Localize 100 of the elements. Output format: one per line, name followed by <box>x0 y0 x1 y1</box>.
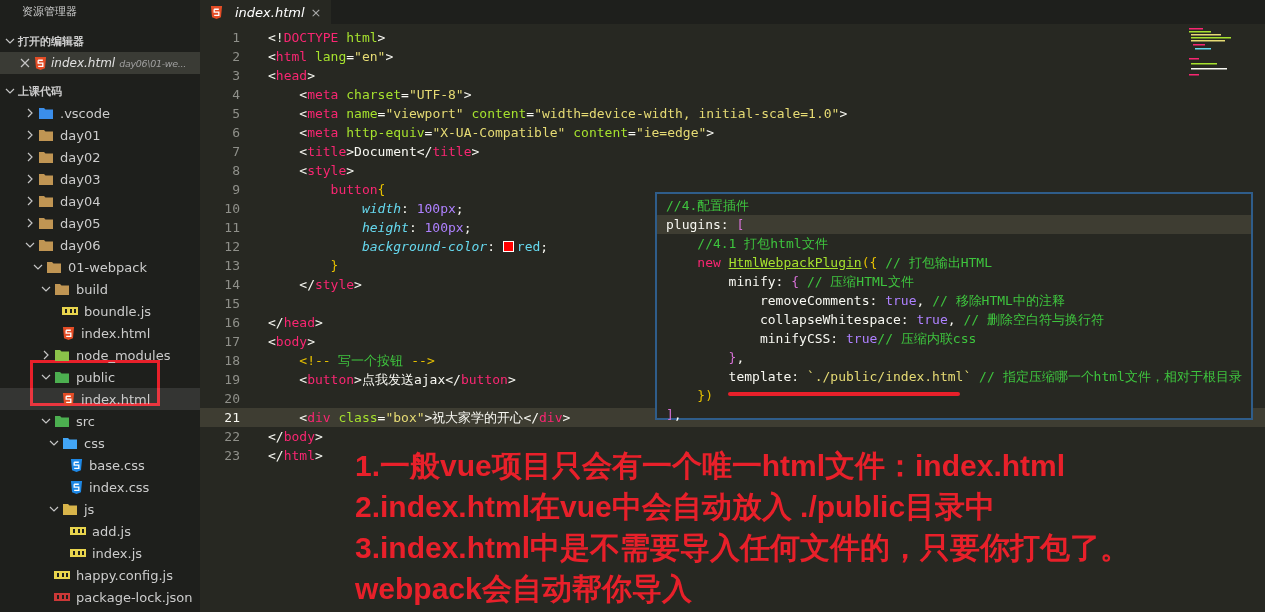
line-number: 11 <box>223 219 240 237</box>
code-line: <style> <box>298 162 355 180</box>
js-file-icon <box>54 570 70 580</box>
tree-item[interactable]: 01-webpack <box>0 256 200 278</box>
folder-icon <box>46 260 62 274</box>
line-number: 18 <box>223 352 240 370</box>
npm-file-icon <box>54 592 70 602</box>
folder-icon <box>38 238 54 252</box>
line-number: 13 <box>223 257 240 275</box>
line-number: 22 <box>223 428 240 446</box>
code-line: } <box>329 257 339 275</box>
css-file-icon <box>70 479 83 495</box>
line-number: 17 <box>223 333 240 351</box>
code-line: <div class="box">祝大家学的开心</div> <box>298 409 571 427</box>
section-header[interactable]: 打开的编辑器 <box>0 30 200 52</box>
code-line: </body> <box>268 428 323 446</box>
code-line: minify: { // 压缩HTML文件 <box>727 273 914 291</box>
code-line: <meta http-equiv="X-UA-Compatible" content="ie=edge"> <box>298 124 715 142</box>
line-number: 2 <box>231 48 240 66</box>
code-line: button{ <box>329 181 386 199</box>
line-number: 1 <box>231 29 240 47</box>
line-number: 5 <box>231 105 240 123</box>
code-line: height: 100px; <box>360 219 472 237</box>
html-file-icon <box>34 55 47 71</box>
code-line: <head> <box>268 67 315 85</box>
code-line: <title>Document</title> <box>298 143 480 161</box>
tree-item[interactable]: package-lock.json <box>0 586 200 608</box>
folder-icon <box>54 370 70 384</box>
line-number: 20 <box>223 390 240 408</box>
sidebar-title: 资源管理器 <box>21 4 78 20</box>
annotation-text: webpack会自动帮你导入 <box>355 571 693 607</box>
tree-item[interactable]: day05 <box>0 212 200 234</box>
code-line: width: 100px; <box>360 200 464 218</box>
tree-item[interactable]: boundle.js <box>0 300 200 322</box>
code-line: new HtmlWebpackPlugin({ // 打包输出HTML <box>696 254 992 272</box>
editor-tab[interactable]: index.html × <box>200 0 332 24</box>
tree-item[interactable]: public <box>0 366 200 388</box>
js-file-icon <box>70 526 86 536</box>
code-line: <body> <box>268 333 315 351</box>
js-file-icon <box>62 306 78 316</box>
tree-item[interactable]: css <box>0 432 200 454</box>
tree-item[interactable]: day02 <box>0 146 200 168</box>
folder-icon <box>38 128 54 142</box>
tree-item[interactable]: index.html <box>0 322 200 344</box>
folder-icon <box>62 502 78 516</box>
folder-icon <box>38 216 54 230</box>
tree-item[interactable]: src <box>0 410 200 432</box>
minimap-drawing <box>1189 28 1231 76</box>
code-line: red; <box>516 238 549 256</box>
tree-item[interactable]: js <box>0 498 200 520</box>
code-line: collapseWhitespace: true, // 删除空白符与换行符 <box>758 311 1104 329</box>
line-number: 9 <box>231 181 240 199</box>
annotation-text: 1.一般vue项目只会有一个唯一html文件：index.html <box>355 448 1067 484</box>
tree-item[interactable]: day06 <box>0 234 200 256</box>
tree-item[interactable]: index.css <box>0 476 200 498</box>
code-line: }) <box>696 387 713 405</box>
close-icon[interactable] <box>20 58 30 68</box>
section-header[interactable]: 上课代码 <box>0 80 200 102</box>
code-line: //4.1 打包html文件 <box>696 235 828 253</box>
open-editor-item[interactable]: index.html day06\01-we... <box>0 52 200 74</box>
code-line: </head> <box>268 314 323 332</box>
tree-item[interactable]: add.js <box>0 520 200 542</box>
tree-item[interactable]: index.html <box>0 388 200 410</box>
html-file-icon <box>210 4 223 20</box>
line-number: 4 <box>231 86 240 104</box>
tree-item[interactable]: base.css <box>0 454 200 476</box>
folder-icon <box>54 282 70 296</box>
tree-item[interactable]: index.js <box>0 542 200 564</box>
line-number: 21 <box>223 409 240 427</box>
html-file-icon <box>62 325 75 341</box>
folder-icon <box>54 414 70 428</box>
code-line: <!DOCTYPE html> <box>268 29 386 47</box>
code-line: minifyCSS: true// 压缩内联css <box>758 330 977 348</box>
code-line: //4.配置插件 <box>666 197 750 215</box>
css-file-icon <box>70 457 83 473</box>
tree-item[interactable]: happy.config.js <box>0 564 200 586</box>
code-line: template: `./public/index.html` // 指定压缩哪一个html文件，相对于根目录 <box>727 368 1242 386</box>
line-number: 6 <box>231 124 240 142</box>
tree-item[interactable]: .vscode <box>0 102 200 124</box>
tree-item[interactable]: day01 <box>0 124 200 146</box>
tree-item[interactable]: build <box>0 278 200 300</box>
line-number: 12 <box>223 238 240 256</box>
line-number: 10 <box>223 200 240 218</box>
folder-icon <box>62 436 78 450</box>
tree-item[interactable]: day04 <box>0 190 200 212</box>
html-file-icon <box>62 391 75 407</box>
tree-item[interactable]: node_modules <box>0 344 200 366</box>
tree-item[interactable]: day03 <box>0 168 200 190</box>
code-line: <button>点我发送ajax</button> <box>298 371 516 389</box>
folder-icon <box>38 150 54 164</box>
line-number: 8 <box>231 162 240 180</box>
code-line: removeComments: true, // 移除HTML中的注释 <box>758 292 1065 310</box>
code-line: <html lang="en"> <box>268 48 394 66</box>
folder-icon <box>38 194 54 208</box>
code-line: <meta name="viewport" content="width=device-width, initial-scale=1.0"> <box>298 105 848 123</box>
code-line: }, <box>727 349 745 367</box>
code-line: background-color: <box>360 238 496 256</box>
line-number: 23 <box>223 447 240 465</box>
code-line: </style> <box>298 276 362 294</box>
line-number: 16 <box>223 314 240 332</box>
